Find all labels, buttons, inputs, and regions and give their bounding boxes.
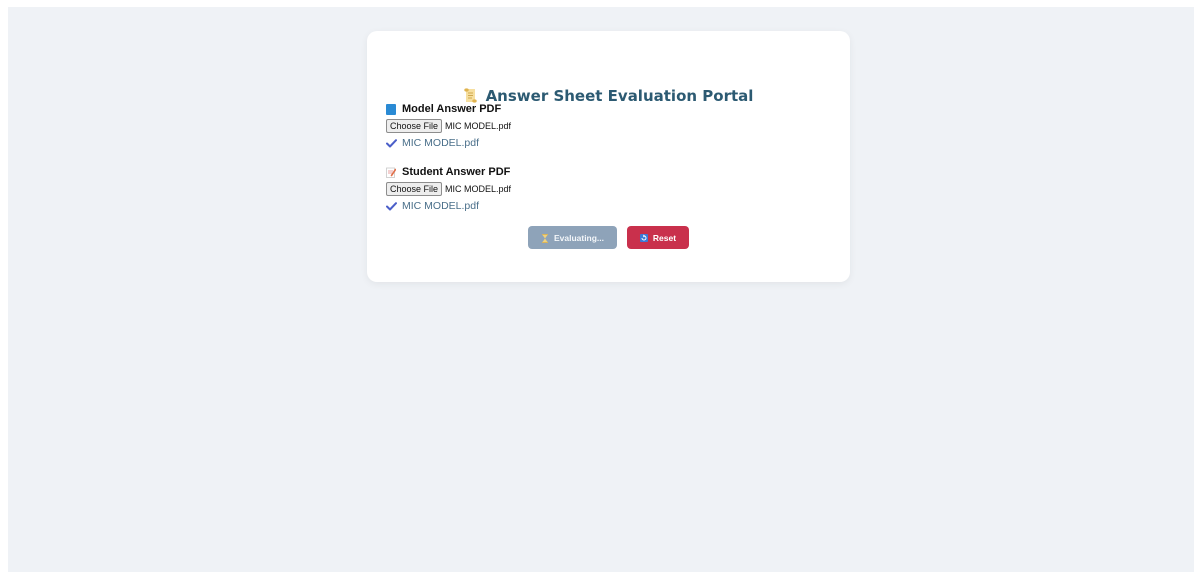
evaluate-button-label: Evaluating... [553, 232, 605, 243]
reset-button-label: Reset [652, 232, 677, 243]
model-choose-file-button[interactable]: Choose File [386, 119, 443, 133]
reset-icon [639, 233, 648, 242]
student-file-input[interactable]: Choose File MIC MODEL.pdf [386, 182, 826, 196]
model-file-input[interactable]: Choose File MIC MODEL.pdf [386, 119, 826, 133]
model-answer-label-text: Model Answer PDF [402, 103, 502, 115]
evaluate-button[interactable]: Evaluating... [528, 226, 617, 249]
student-answer-label-text: Student Answer PDF [402, 166, 511, 178]
blue-book-icon [386, 103, 396, 115]
model-file-name: MIC MODEL.pdf [445, 121, 512, 131]
check-icon [386, 138, 397, 148]
student-file-name: MIC MODEL.pdf [445, 184, 512, 194]
model-answer-section: Model Answer PDF Choose File MIC MODEL.p… [386, 100, 826, 150]
reset-button[interactable]: Reset [627, 226, 689, 249]
student-selected-file: MIC MODEL.pdf [386, 199, 826, 213]
memo-icon [386, 167, 397, 178]
student-choose-file-button[interactable]: Choose File [386, 182, 443, 196]
model-answer-label: Model Answer PDF [386, 100, 826, 118]
page-background: Answer Sheet Evaluation Portal Model Ans… [8, 7, 1194, 572]
check-icon [386, 201, 397, 211]
model-selected-file-text: MIC MODEL.pdf [402, 137, 480, 149]
student-answer-section: Student Answer PDF Choose File MIC MODEL… [386, 163, 826, 213]
hourglass-icon [541, 233, 549, 243]
student-selected-file-text: MIC MODEL.pdf [402, 200, 480, 212]
student-answer-label: Student Answer PDF [386, 163, 826, 181]
model-selected-file: MIC MODEL.pdf [386, 136, 826, 150]
portal-card: Answer Sheet Evaluation Portal Model Ans… [367, 31, 850, 282]
